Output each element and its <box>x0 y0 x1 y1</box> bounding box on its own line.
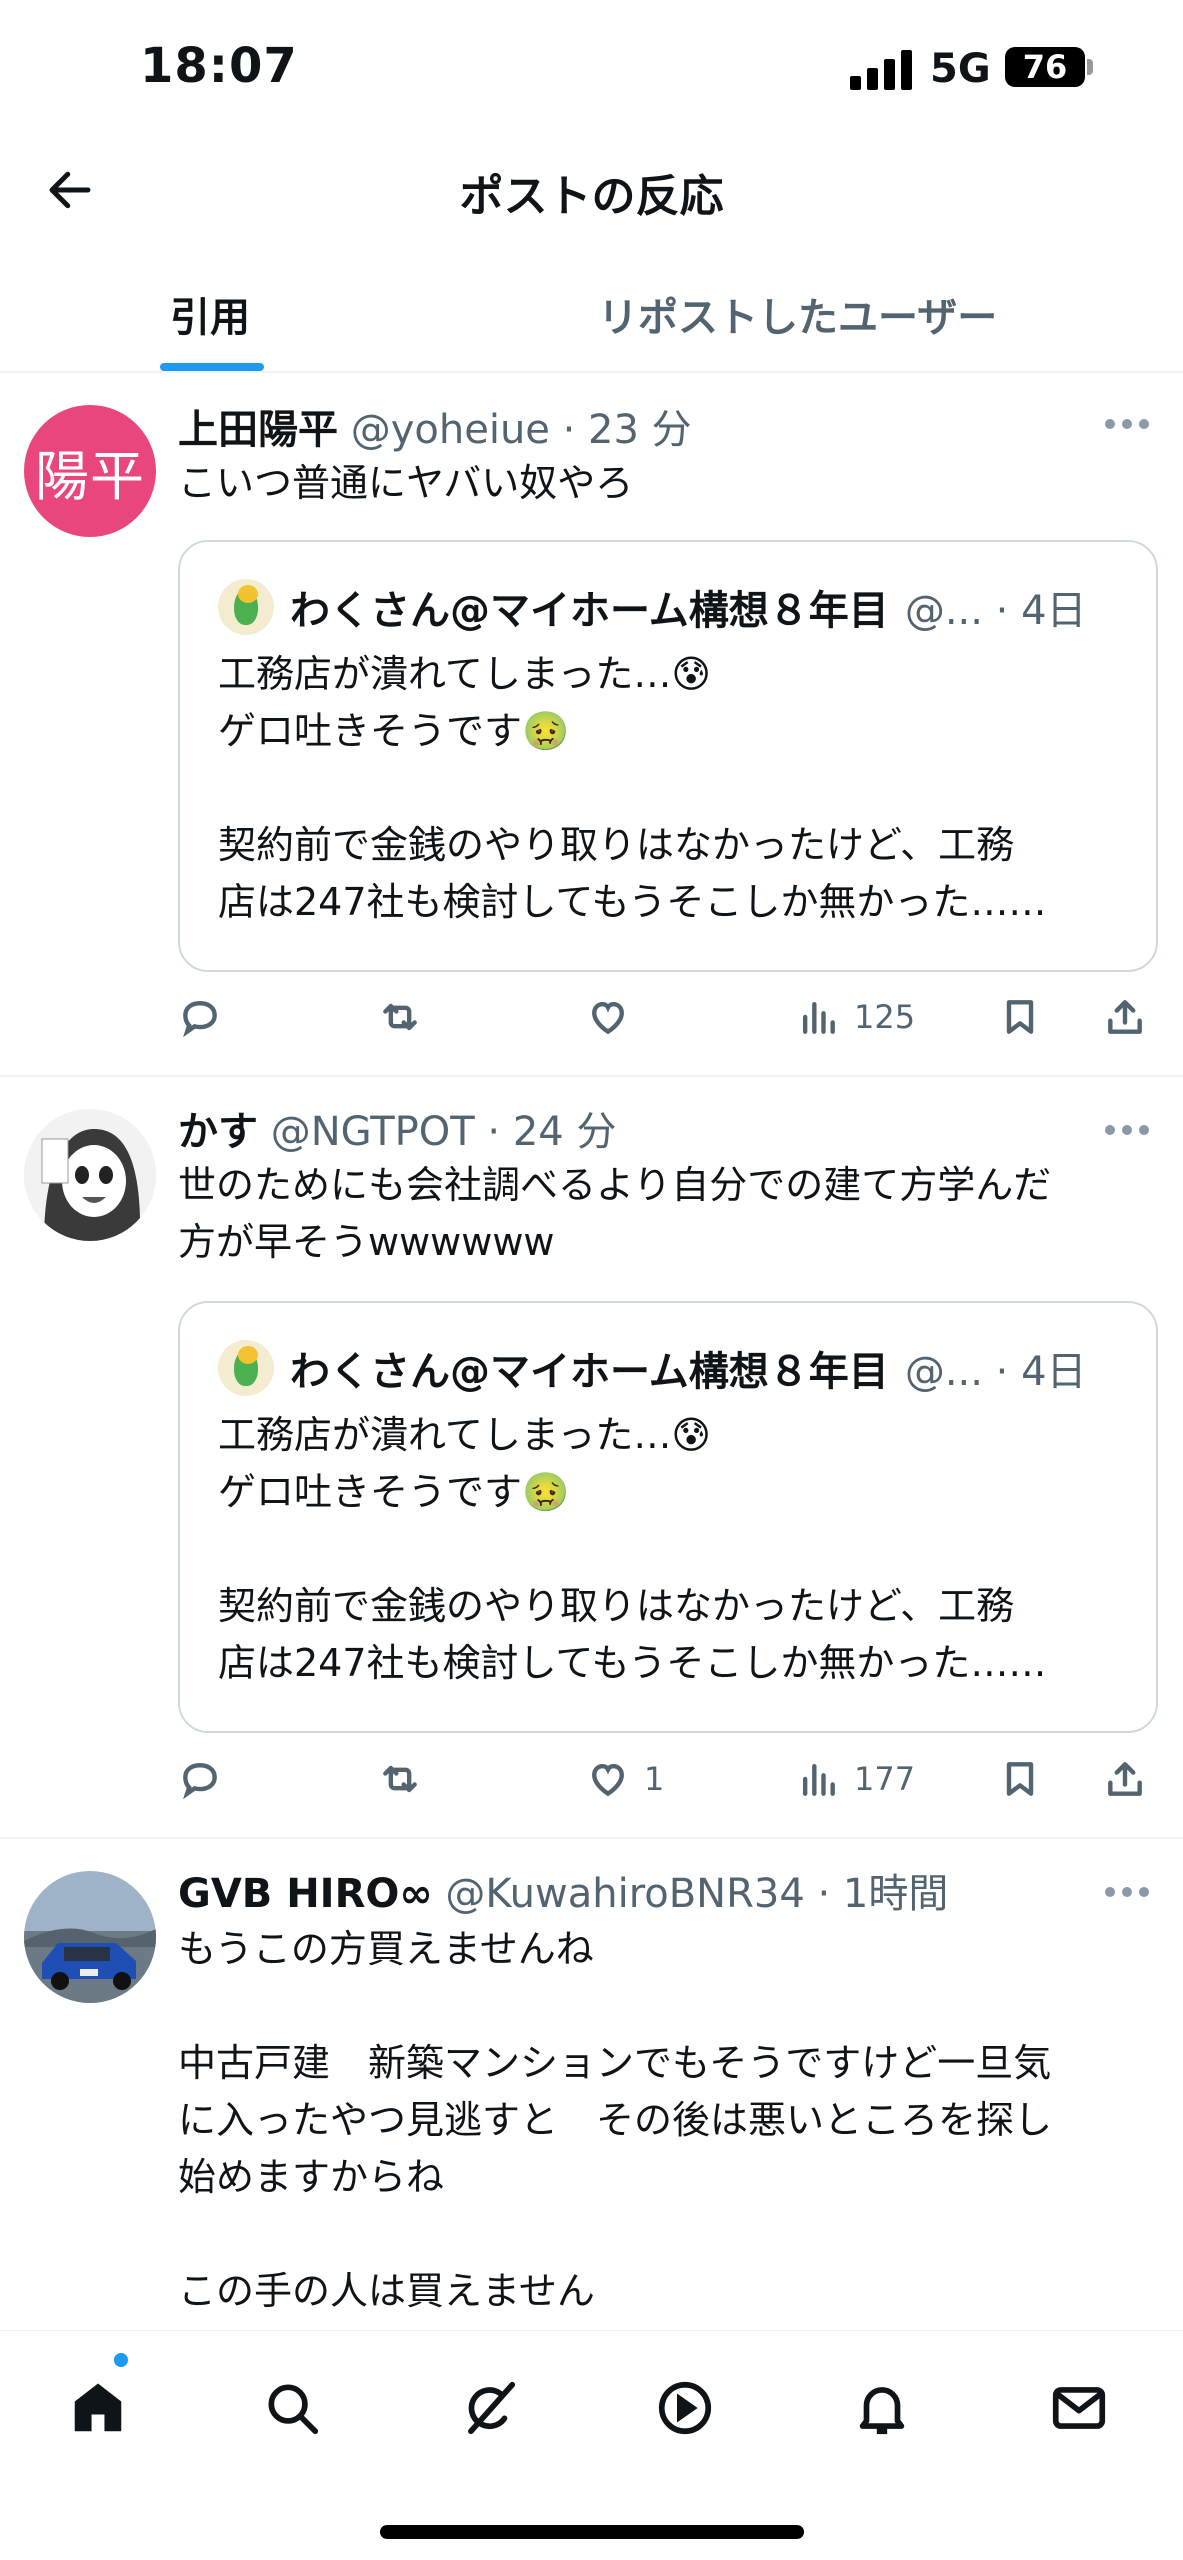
mail-icon <box>1052 2387 1106 2429</box>
reply-button[interactable] <box>178 987 222 1047</box>
post-text: こいつ普通にヤバい奴やろ <box>178 461 634 505</box>
battery-icon: 76 <box>1005 47 1085 87</box>
share-icon <box>1108 1762 1142 1796</box>
status-bar: 18:07 5G 76 <box>0 0 1183 140</box>
author-meta: @yoheiue · 23 分 <box>350 407 692 453</box>
home-notification-dot <box>112 2351 130 2369</box>
avatar[interactable] <box>24 1109 156 1241</box>
header: ポストの反応 <box>0 140 1183 240</box>
avatar[interactable] <box>24 1871 156 2003</box>
parrot-avatar <box>218 1340 274 1396</box>
page-title: ポストの反応 <box>459 171 724 222</box>
network-type: 5G <box>930 46 991 92</box>
tab-reposted-users[interactable]: リポストしたユーザー <box>598 285 997 343</box>
share-button[interactable] <box>1103 987 1147 1047</box>
play-icon <box>658 2381 712 2435</box>
manga-avatar-image <box>24 1109 156 1241</box>
home-indicator[interactable] <box>380 2525 804 2539</box>
post[interactable]: かす @NGTPOT · 24 分 世のためにも会社調べるより自分での建て方学ん… <box>0 1077 1183 1839</box>
author-name[interactable]: GVB HIRO∞ <box>178 1871 433 1917</box>
status-time: 18:07 <box>140 38 298 94</box>
post-header: 上田陽平 @yoheiue · 23 分 <box>178 397 692 455</box>
quote-card[interactable]: わくさん@マイホーム構想８年目 @... · 4日 工務店が潰れてしまった…😰 … <box>178 540 1158 972</box>
tab-bar: 引用 リポストしたユーザー <box>0 255 1183 373</box>
heart-icon <box>592 1763 624 1797</box>
repost-button[interactable] <box>378 987 422 1047</box>
post-text: 世のためにも会社調べるより自分での建て方学んだ 方が早そうwwwwww <box>178 1163 1052 1264</box>
author-name[interactable]: 上田陽平 <box>178 407 338 453</box>
tab-quotes[interactable]: 引用 <box>170 285 250 343</box>
quote-card[interactable]: わくさん@マイホーム構想８年目 @... · 4日 工務店が潰れてしまった…😰 … <box>178 1301 1158 1733</box>
car-avatar-image <box>24 1871 156 2003</box>
share-button[interactable] <box>1103 1749 1147 1809</box>
bell-icon <box>859 2387 905 2435</box>
post-header: GVB HIRO∞ @KuwahiroBNR34 · 1時間 <box>178 1861 948 1919</box>
quote-author-meta: @... · 4日 <box>904 1349 1087 1395</box>
battery-tip <box>1087 59 1093 75</box>
quote-text: 工務店が潰れてしまった…😰 ゲロ吐きそうです🤢 契約前で金銭のやり取りはなかった… <box>218 1413 1047 1685</box>
bookmark-icon <box>1006 1762 1034 1796</box>
grok-icon <box>468 2381 516 2435</box>
bottom-nav <box>0 2330 1183 2560</box>
more-dots-icon[interactable] <box>1105 1887 1149 1899</box>
post-actions: 125 <box>178 987 1158 1047</box>
heart-icon <box>592 1001 624 1035</box>
repost-icon <box>383 1003 417 1031</box>
quote-author-name: わくさん@マイホーム構想８年目 <box>290 1349 889 1395</box>
nav-grok[interactable] <box>444 2363 534 2453</box>
avatar[interactable]: 陽平 <box>24 405 156 537</box>
post[interactable]: 陽平 上田陽平 @yoheiue · 23 分 こいつ普通にヤバい奴やろ わくさ… <box>0 375 1183 1077</box>
bookmark-button[interactable] <box>998 1749 1042 1809</box>
parrot-avatar <box>218 579 274 635</box>
views-count: 125 <box>854 998 916 1036</box>
post[interactable]: GVB HIRO∞ @KuwahiroBNR34 · 1時間 もうこの方買えませ… <box>0 1839 1183 2339</box>
home-icon <box>74 2383 122 2432</box>
author-meta: @KuwahiroBNR34 · 1時間 <box>445 1871 949 1917</box>
tab-indicator <box>160 363 264 371</box>
reply-icon <box>183 1763 217 1800</box>
reply-icon <box>183 1001 217 1038</box>
like-button[interactable] <box>586 987 644 1047</box>
views-icon <box>802 1001 835 1034</box>
post-header: かす @NGTPOT · 24 分 <box>178 1099 616 1157</box>
signal-icon <box>850 50 914 90</box>
quote-header: わくさん@マイホーム構想８年目 @... · 4日 <box>218 1339 1087 1397</box>
post-actions: 1 177 <box>178 1749 1158 1809</box>
more-dots-icon[interactable] <box>1105 419 1149 431</box>
like-count: 1 <box>644 1760 665 1798</box>
repost-button[interactable] <box>378 1749 422 1809</box>
quote-author-name: わくさん@マイホーム構想８年目 <box>290 588 889 634</box>
screen: 18:07 5G 76 ポストの反応 引用 リポストしたユーザー 陽平 上田陽平… <box>0 0 1183 2560</box>
like-button[interactable]: 1 <box>586 1749 664 1809</box>
more-dots-icon[interactable] <box>1105 1125 1149 1137</box>
bookmark-button[interactable] <box>998 987 1042 1047</box>
nav-messages[interactable] <box>1034 2363 1124 2453</box>
quote-text: 工務店が潰れてしまった…😰 ゲロ吐きそうです🤢 契約前で金銭のやり取りはなかった… <box>218 652 1047 924</box>
repost-icon <box>383 1765 417 1793</box>
author-meta: @NGTPOT · 24 分 <box>270 1109 617 1155</box>
share-icon <box>1108 1000 1142 1034</box>
views-button[interactable]: 125 <box>796 987 915 1047</box>
reply-button[interactable] <box>178 1749 222 1809</box>
bookmark-icon <box>1006 1000 1034 1034</box>
quote-header: わくさん@マイホーム構想８年目 @... · 4日 <box>218 578 1087 636</box>
nav-search[interactable] <box>247 2363 337 2453</box>
post-text: もうこの方買えませんね 中古戸建 新築マンションでもそうですけど一旦気 に入った… <box>178 1927 1053 2313</box>
views-icon <box>802 1763 835 1796</box>
views-count: 177 <box>854 1760 916 1798</box>
search-icon <box>268 2384 319 2435</box>
author-name[interactable]: かす <box>178 1109 258 1155</box>
nav-home[interactable] <box>53 2363 143 2453</box>
nav-notifications[interactable] <box>837 2363 927 2453</box>
views-button[interactable]: 177 <box>796 1749 915 1809</box>
nav-video[interactable] <box>640 2363 730 2453</box>
quote-author-meta: @... · 4日 <box>904 588 1087 634</box>
